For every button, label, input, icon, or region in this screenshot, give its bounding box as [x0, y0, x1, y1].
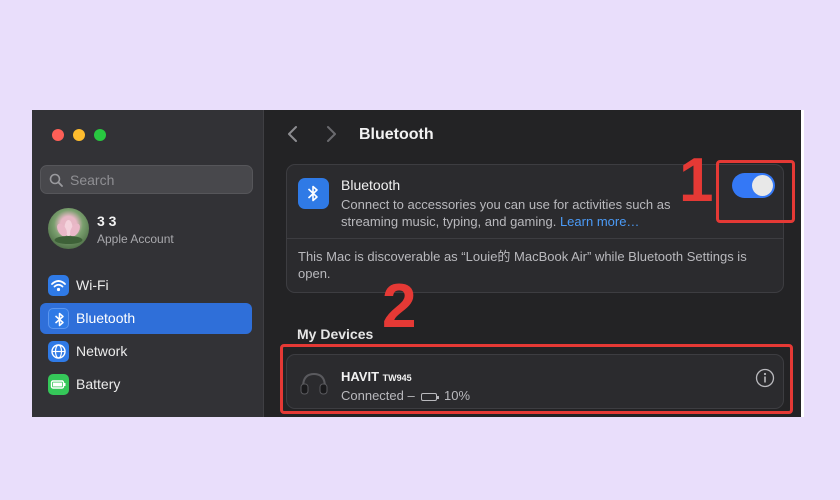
sidebar-item-label: Bluetooth: [76, 310, 136, 326]
globe-icon: [48, 341, 69, 362]
sidebar-item-label: Battery: [76, 376, 121, 392]
bluetooth-icon: [298, 178, 329, 209]
chevron-left-icon[interactable]: [286, 124, 300, 144]
search-input[interactable]: Search: [40, 165, 253, 194]
my-devices-heading: My Devices: [297, 326, 374, 342]
bluetooth-card-title: Bluetooth: [341, 177, 401, 193]
learn-more-link[interactable]: Learn more…: [560, 214, 639, 229]
highlight-box-1: [716, 160, 795, 223]
step-number-2: 2: [382, 272, 417, 341]
wifi-icon: [48, 275, 69, 296]
account-subtitle: Apple Account: [97, 232, 174, 246]
sidebar-item-label: Network: [76, 343, 128, 359]
maximize-window-button[interactable]: [94, 129, 106, 141]
discoverable-note: This Mac is discoverable as “Louie的 MacB…: [298, 249, 747, 281]
sidebar: Search 3 3 Apple Account Wi-Fi Bluetooth: [32, 110, 264, 417]
battery-icon: [48, 374, 69, 395]
highlight-box-2: [280, 344, 793, 414]
apple-account-item[interactable]: 3 3 Apple Account: [48, 208, 248, 252]
bluetooth-card-description: Connect to accessories you can use for a…: [341, 196, 701, 230]
sidebar-item-label: Wi-Fi: [76, 277, 109, 293]
sidebar-item-bluetooth[interactable]: Bluetooth: [40, 303, 252, 334]
sidebar-item-wifi[interactable]: Wi-Fi: [40, 270, 252, 301]
search-placeholder: Search: [70, 172, 115, 188]
window-edge: [801, 110, 804, 417]
close-window-button[interactable]: [52, 129, 64, 141]
step-number-1: 1: [679, 146, 714, 215]
account-name: 3 3: [97, 213, 117, 229]
avatar: [48, 208, 89, 249]
search-icon: [49, 173, 63, 187]
sidebar-item-network[interactable]: Network: [40, 336, 252, 367]
bluetooth-icon: [48, 308, 69, 329]
chevron-right-icon[interactable]: [324, 124, 338, 144]
divider: [287, 238, 783, 239]
minimize-window-button[interactable]: [73, 129, 85, 141]
page-title: Bluetooth: [359, 126, 434, 143]
sidebar-item-battery[interactable]: Battery: [40, 369, 252, 400]
